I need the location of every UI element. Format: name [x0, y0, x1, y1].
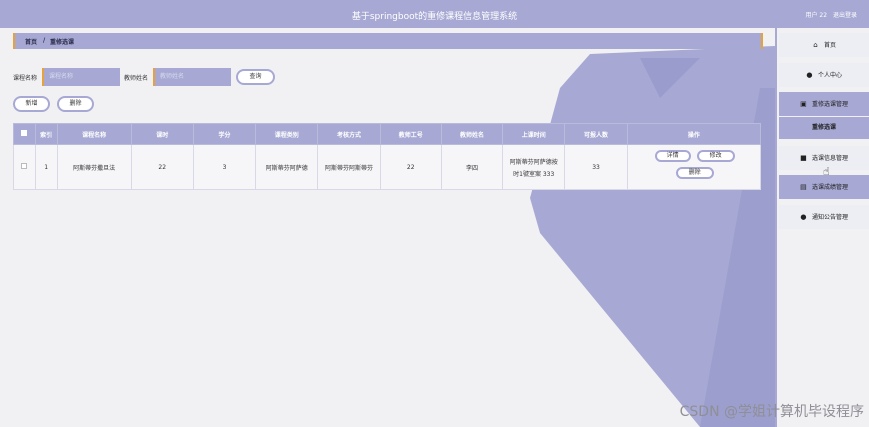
schedule-line-2: 时1號室案 333	[513, 170, 555, 178]
cell-teacher-name: 李四	[440, 144, 504, 190]
course-table: 索引 课程名称 课时 学分 课程类别 考核方式 教师工号 教师姓名 上课时间 可…	[13, 123, 762, 190]
cell-operations: 详情 修改 删除	[626, 144, 762, 190]
column-header: 可报人数	[564, 123, 628, 145]
cell-credits: 3	[192, 144, 257, 190]
logout-link[interactable]: 退出登录	[833, 12, 857, 19]
sidebar-item-label: 选课信息管理	[811, 155, 848, 162]
breadcrumb-home[interactable]: 首页	[25, 37, 37, 46]
app-title: 基于springboot的重修课程信息管理系统	[351, 12, 518, 22]
query-button[interactable]: 查询	[236, 69, 275, 85]
breadcrumb-current: 重修选课	[50, 39, 75, 46]
column-header: 课程类别	[255, 123, 319, 145]
sidebar-item-grade-management[interactable]: ▤ 选课成绩管理	[779, 175, 869, 199]
pin-icon: ●	[800, 213, 807, 221]
column-header: 学分	[192, 123, 257, 145]
column-header: 索引	[34, 123, 58, 145]
home-icon: ⌂	[813, 41, 818, 49]
edit-button[interactable]: 修改	[696, 150, 735, 162]
background-decoration	[0, 28, 775, 427]
page: 基于springboot的重修课程信息管理系统 用户 22 退出登录 首页 / …	[0, 0, 869, 427]
sidebar-item-label: 个人中心	[817, 72, 842, 79]
column-header: 课时	[130, 123, 194, 145]
column-header: 课程名称	[56, 123, 132, 145]
sidebar-item-label: 重修选课管理	[811, 101, 848, 108]
operations-group: 详情 修改 删除	[628, 145, 760, 189]
cell-index: 1	[34, 144, 58, 190]
breadcrumb-separator: /	[43, 37, 46, 44]
user-label: 用户 22	[805, 12, 828, 19]
breadcrumb: 首页 / 重修选课	[13, 33, 763, 49]
column-header: 操作	[626, 123, 762, 145]
teacher-name-input[interactable]: 教师姓名	[153, 68, 231, 86]
schedule-line-1: 阿斯蒂芬阿萨德按	[509, 158, 558, 166]
sidebar-item-label: 通知公告管理	[811, 214, 848, 221]
sidebar-item-notice-management[interactable]: ● 通知公告管理	[779, 205, 869, 229]
user-icon: ●	[806, 71, 813, 79]
top-header: 基于springboot的重修课程信息管理系统 用户 22 退出登录	[0, 0, 869, 28]
sidebar-item-retake-management[interactable]: ▣ 重修选课管理	[779, 92, 869, 116]
bag-icon: ▣	[800, 100, 807, 108]
column-header: 上课时间	[502, 123, 566, 145]
teacher-name-label: 教师姓名	[124, 75, 149, 82]
cell-teacher-id: 22	[379, 144, 442, 190]
cell-capacity: 33	[564, 144, 628, 190]
detail-button[interactable]: 详情	[654, 150, 691, 162]
add-button[interactable]: 新增	[13, 96, 50, 112]
watermark: CSDN @学姐计算机毕设程序	[679, 404, 864, 420]
column-header: 教师工号	[379, 123, 442, 145]
sidebar-item-label: 首页	[823, 42, 836, 49]
sidebar-item-profile[interactable]: ● 个人中心	[779, 63, 869, 87]
sidebar-item-label: 选课成绩管理	[811, 184, 848, 191]
sidebar-subitem-retake-selection[interactable]: 重修选课	[779, 117, 869, 139]
course-name-label: 课程名称	[13, 75, 38, 82]
column-header: 考核方式	[317, 123, 381, 145]
cell-category: 阿斯蒂芬阿萨德	[255, 144, 319, 190]
table-row: 1 阿斯蒂芬撒旦法 22 3 阿斯蒂芬阿萨德 阿斯蒂芬阿斯蒂芬 22 李四 阿斯…	[13, 144, 762, 190]
user-area: 用户 22 退出登录	[802, 10, 857, 19]
sidebar-item-home[interactable]: ⌂ 首页	[779, 33, 869, 57]
table-header-row: 索引 课程名称 课时 学分 课程类别 考核方式 教师工号 教师姓名 上课时间 可…	[13, 123, 762, 145]
sidebar-item-label: 重修选课	[811, 124, 836, 131]
sidebar: ⌂ 首页 ● 个人中心 ▣ 重修选课管理 重修选课 ■ 选课信息管理 ▤ 选课成绩管理 ●…	[775, 28, 869, 427]
cell-hours: 22	[130, 144, 194, 190]
select-all-checkbox[interactable]	[13, 123, 36, 145]
cell-course-name: 阿斯蒂芬撒旦法	[56, 144, 132, 190]
row-checkbox[interactable]	[13, 144, 36, 190]
mouse-cursor-icon: ☝	[823, 165, 830, 178]
printer-icon: ▤	[800, 183, 807, 191]
cell-schedule: 阿斯蒂芬阿萨德按 时1號室案 333	[502, 144, 566, 190]
column-header: 教师姓名	[440, 123, 504, 145]
row-delete-button[interactable]: 删除	[675, 167, 714, 179]
course-name-input[interactable]: 课程名称	[42, 68, 120, 86]
delete-button[interactable]: 删除	[57, 96, 94, 112]
cell-assessment: 阿斯蒂芬阿斯蒂芬	[317, 144, 381, 190]
monitor-icon: ■	[800, 154, 807, 162]
